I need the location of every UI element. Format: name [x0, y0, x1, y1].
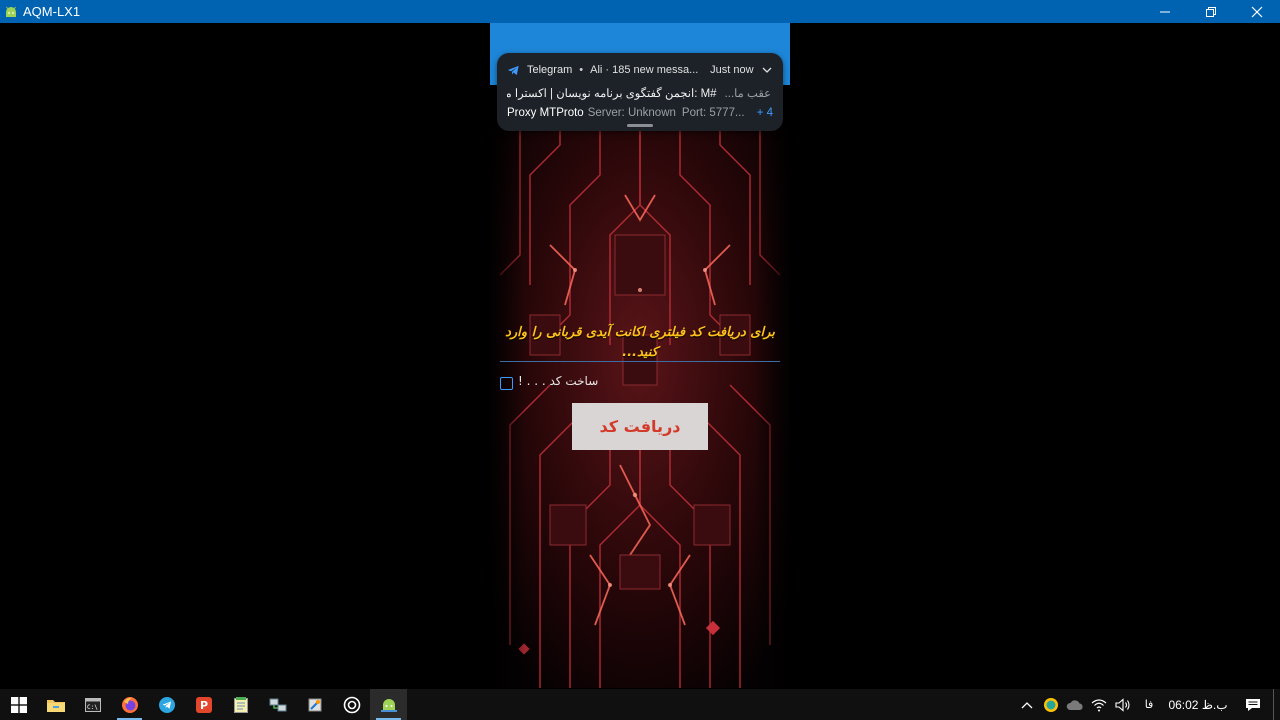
taskbar-psiphon[interactable]: P — [185, 689, 222, 720]
window-title: AQM-LX1 — [23, 4, 81, 19]
android-icon — [380, 698, 397, 712]
tray-onedrive[interactable] — [1063, 689, 1087, 720]
start-button[interactable] — [0, 689, 37, 720]
notification-icon — [1246, 698, 1260, 711]
taskbar-settings-tool[interactable] — [296, 689, 333, 720]
notification-summary: Ali · 185 new messa... — [590, 64, 699, 76]
android-icon — [4, 5, 18, 19]
firefox-icon — [121, 696, 138, 713]
tray-language[interactable]: فا — [1135, 689, 1163, 720]
notification-more-count: + 4 — [756, 107, 773, 119]
taskbar-network-tool[interactable] — [259, 689, 296, 720]
account-id-input[interactable] — [500, 361, 780, 362]
telegram-notification[interactable]: Telegram • Ali · 185 new messa... Just n… — [497, 53, 783, 131]
wifi-icon — [1091, 698, 1107, 711]
folder-icon — [46, 699, 65, 712]
minimize-button[interactable] — [1142, 0, 1188, 23]
get-code-button[interactable]: دریافت کد — [572, 403, 708, 450]
speaker-icon — [1115, 697, 1130, 712]
taskbar-telegram[interactable] — [148, 689, 185, 720]
tray-clock[interactable]: 06:02 ب.ظ — [1163, 689, 1233, 720]
tray-wifi[interactable] — [1087, 689, 1111, 720]
close-icon — [1251, 6, 1263, 17]
notepad-icon — [233, 696, 248, 713]
terminal-icon: C:\ — [84, 697, 101, 712]
prompt-text: برای دریافت کد فیلتری اکانت آیدی قربانی … — [505, 325, 775, 360]
chevron-down-icon[interactable] — [761, 64, 773, 76]
psiphon-icon: P — [195, 696, 212, 713]
windows-logo-icon — [10, 696, 27, 713]
action-center-button[interactable] — [1233, 689, 1273, 720]
taskbar-command-prompt[interactable]: C:\ — [74, 689, 111, 720]
taskbar-notepad[interactable] — [222, 689, 259, 720]
tool-icon — [308, 698, 321, 711]
notification-app-name: Telegram — [527, 64, 573, 76]
notification-drag-handle[interactable] — [627, 124, 653, 127]
notification-time: Just now — [710, 64, 754, 76]
tray-vpn[interactable] — [1039, 689, 1063, 720]
build-code-label: ساخت کد . . . ! — [518, 374, 599, 388]
svg-text:P: P — [200, 699, 208, 712]
taskbar: C:\ P فا 06:02 ب.ظ — [0, 689, 1280, 720]
target-icon — [343, 696, 360, 713]
build-code-checkbox[interactable] — [500, 376, 513, 390]
cloud-icon — [1066, 699, 1083, 710]
taskbar-file-explorer[interactable] — [37, 689, 74, 720]
phone-screen[interactable]: Telegram • Ali · 185 new messa... Just n… — [490, 23, 790, 688]
telegram-icon — [507, 65, 519, 75]
tray-volume[interactable] — [1111, 689, 1135, 720]
network-icon — [269, 698, 286, 711]
restore-icon — [1206, 6, 1216, 17]
shield-icon — [1044, 697, 1058, 712]
taskbar-android-mirror[interactable] — [370, 689, 407, 720]
svg-text:C:\: C:\ — [87, 704, 98, 711]
minimize-icon — [1160, 11, 1170, 12]
notification-sender: عقب ما... — [724, 88, 771, 100]
notification-proxy-port: Port: 5777... — [681, 107, 745, 119]
notification-proxy-server: Server: Unknown — [587, 107, 676, 119]
taskbar-scrcpy[interactable] — [333, 689, 370, 720]
close-button[interactable] — [1234, 0, 1280, 23]
taskbar-firefox[interactable] — [111, 689, 148, 720]
telegram-icon — [158, 696, 175, 713]
show-desktop-button[interactable] — [1273, 689, 1280, 720]
window-titlebar[interactable]: AQM-LX1 — [0, 0, 1280, 23]
notification-proxy-title: Proxy MTProto — [507, 107, 584, 119]
restore-button[interactable] — [1188, 0, 1234, 23]
show-hidden-icons-button[interactable] — [1015, 689, 1039, 720]
notification-message: #M :انجمن گفتگوی برنامه نویسان | اکسترا … — [507, 88, 717, 100]
chevron-up-icon — [1021, 701, 1033, 708]
